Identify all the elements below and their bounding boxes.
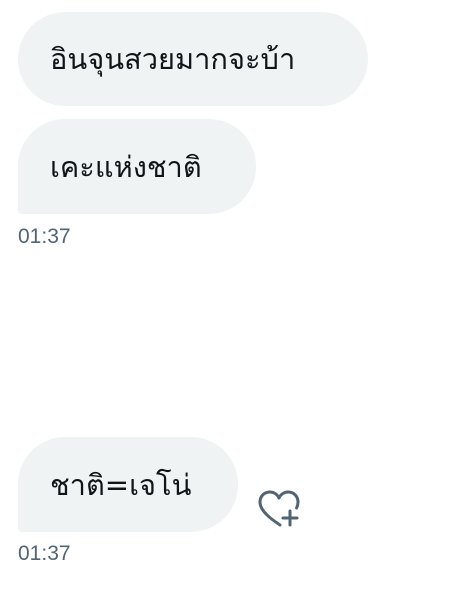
- message-bubble[interactable]: เคะแห่งชาติ: [18, 119, 256, 214]
- message-bubble[interactable]: อินจุนสวยมากจะบ้า: [18, 12, 368, 106]
- message-text: เคะแห่งชาติ: [50, 149, 202, 184]
- message-text: ชาติ=เจโน่: [50, 467, 192, 502]
- heart-plus-icon: [258, 490, 300, 527]
- message-bubble[interactable]: ชาติ=เจโน่: [18, 437, 238, 532]
- message-text: อินจุนสวยมากจะบ้า: [50, 42, 296, 76]
- add-reaction-button[interactable]: [256, 489, 302, 529]
- message-timestamp: 01:37: [18, 225, 71, 248]
- message-timestamp: 01:37: [18, 542, 71, 565]
